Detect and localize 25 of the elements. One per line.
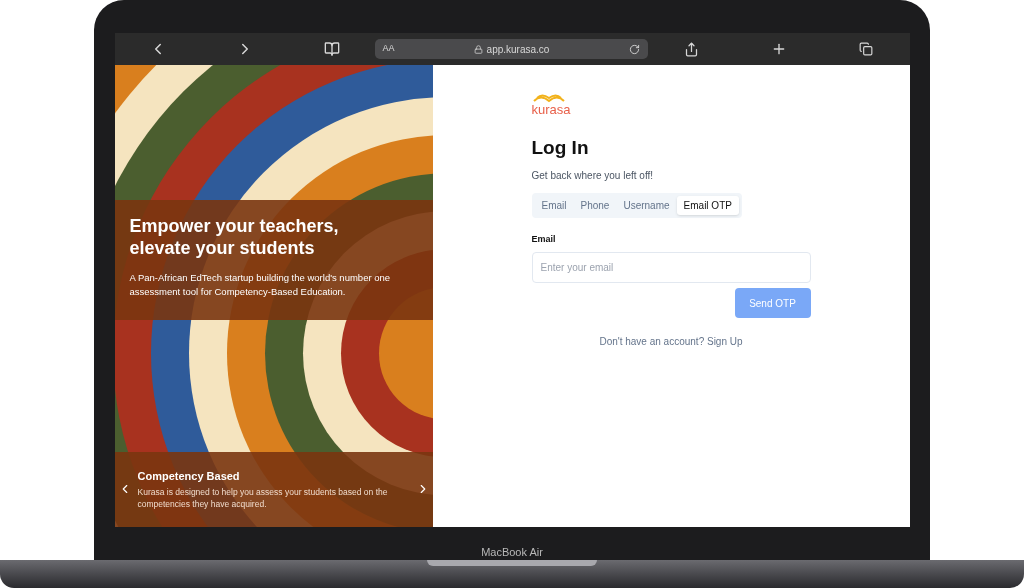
device-label: MacBook Air — [481, 544, 543, 560]
text-size-button[interactable]: AA — [382, 42, 395, 56]
login-title: Log In — [531, 136, 590, 160]
login-tab[interactable]: Email OTP — [676, 195, 739, 215]
login-subtitle: Get back where you left off! — [531, 168, 655, 183]
signup-link[interactable]: Don't have an account? Sign Up — [599, 334, 743, 349]
book-icon[interactable] — [323, 41, 340, 57]
address-bar[interactable]: AA app.kurasa.co — [374, 39, 648, 59]
login-tab[interactable]: Username — [616, 195, 677, 215]
logo-text: kurasa — [531, 103, 571, 116]
hero-title: Empower your teachers, elevate your students — [129, 215, 340, 259]
share-icon[interactable] — [683, 41, 699, 57]
login-tab[interactable]: Email — [534, 195, 574, 215]
tabs-icon[interactable] — [859, 42, 874, 56]
email-input[interactable]: Enter your email — [531, 252, 811, 283]
login-tab[interactable]: Phone — [573, 195, 617, 215]
reload-icon[interactable] — [628, 43, 640, 55]
carousel-description: Kurasa is designed to help you assess your students based on the competencies they have acquired. — [137, 486, 389, 511]
url-text: app.kurasa.co — [486, 42, 550, 57]
book-logo-icon — [531, 93, 566, 103]
new-tab-icon[interactable] — [771, 41, 787, 57]
lock-icon — [473, 44, 483, 54]
hero-description: A Pan-African EdTech startup building the world's number one assessment tool for Competency-Based Education. — [129, 271, 392, 299]
email-label: Email — [531, 232, 557, 246]
carousel-title: Competency Based — [137, 468, 241, 484]
